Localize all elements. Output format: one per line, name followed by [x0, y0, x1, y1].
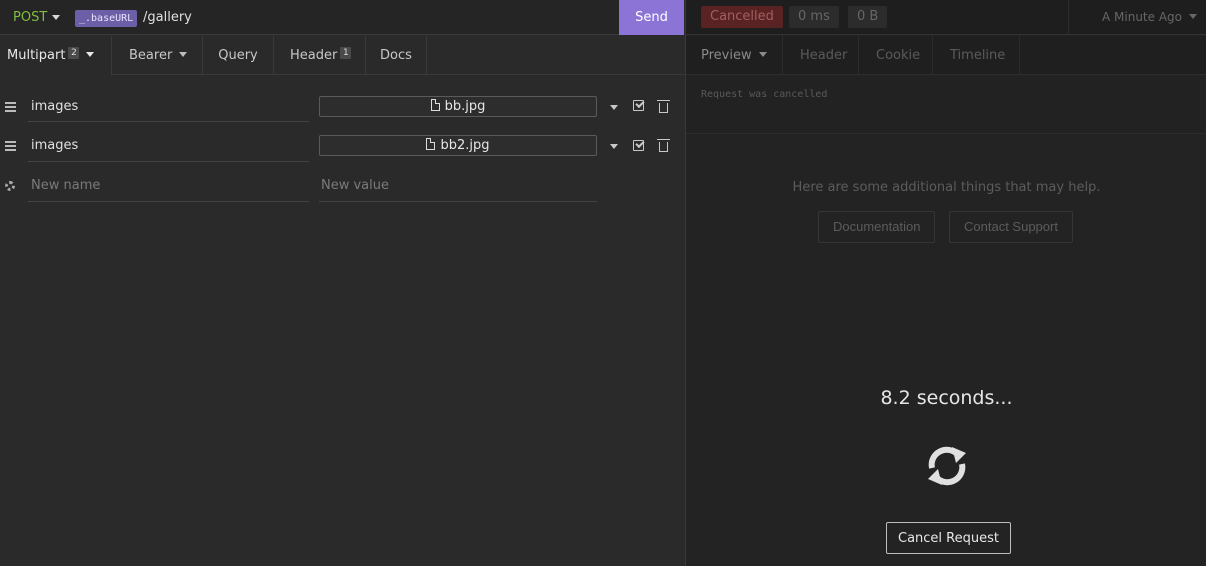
response-status-bar: Cancelled 0 ms 0 B A Minute Ago	[686, 0, 1206, 35]
form-row: images bb2.jpg	[0, 126, 684, 166]
chevron-down-icon[interactable]	[52, 15, 60, 20]
send-button[interactable]: Send	[619, 0, 684, 35]
checkbox-icon[interactable]	[633, 140, 644, 151]
tab-bearer[interactable]: Bearer	[112, 36, 202, 75]
request-pane: POST _.baseURL /gallery Send Multipart 2 …	[0, 0, 684, 566]
chevron-down-icon	[758, 52, 767, 57]
count-badge: 1	[340, 47, 352, 59]
response-preview: Request was cancelled	[686, 76, 1206, 134]
new-name-input[interactable]: New name	[31, 178, 309, 200]
chevron-down-icon	[86, 52, 95, 57]
tab-header[interactable]: Header 1	[274, 36, 365, 75]
new-form-row: New name New value	[0, 166, 684, 206]
loading-overlay: 8.2 seconds... Cancel Request	[686, 387, 1206, 554]
contact-support-button[interactable]: Contact Support	[949, 211, 1073, 243]
tab-label: Header	[290, 48, 338, 63]
hamburger-icon[interactable]	[5, 141, 16, 153]
url-path[interactable]: /gallery	[143, 10, 192, 25]
size-badge: 0 B	[848, 6, 888, 28]
cancel-request-button[interactable]: Cancel Request	[886, 522, 1011, 554]
chevron-down-icon[interactable]	[610, 144, 618, 149]
file-picker-button[interactable]: bb2.jpg	[319, 135, 597, 156]
trash-icon[interactable]	[657, 100, 670, 113]
new-value-input[interactable]: New value	[321, 178, 389, 193]
refresh-icon	[928, 446, 966, 486]
preview-message: Request was cancelled	[701, 89, 828, 100]
method-selector[interactable]: POST	[13, 10, 47, 25]
history-label: A Minute Ago	[1102, 10, 1182, 24]
response-tabs: Preview Header Cookie Timeline	[686, 36, 1206, 75]
file-icon	[426, 138, 436, 150]
count-badge: 2	[68, 47, 80, 59]
file-name: bb2.jpg	[440, 138, 490, 153]
trash-icon[interactable]	[657, 139, 670, 152]
elapsed-time: 8.2 seconds...	[880, 387, 1013, 409]
tab-label: Preview	[701, 48, 752, 63]
tab-query[interactable]: Query	[203, 36, 273, 75]
gear-icon[interactable]	[5, 181, 15, 191]
field-name[interactable]: images	[31, 99, 309, 121]
help-text: Here are some additional things that may…	[792, 180, 1101, 195]
chevron-down-icon[interactable]	[610, 105, 618, 110]
response-pane: Cancelled 0 ms 0 B A Minute Ago Preview …	[685, 0, 1206, 566]
time-badge: 0 ms	[789, 6, 839, 28]
tab-cookie[interactable]: Cookie	[876, 36, 920, 75]
file-picker-button[interactable]: bb.jpg	[319, 96, 597, 117]
file-name: bb.jpg	[444, 99, 486, 114]
history-dropdown[interactable]: A Minute Ago	[1102, 10, 1197, 24]
tab-header[interactable]: Header	[800, 36, 847, 75]
hamburger-icon[interactable]	[5, 102, 16, 114]
form-row: images bb.jpg	[0, 86, 684, 126]
tab-timeline[interactable]: Timeline	[950, 36, 1005, 75]
status-badge: Cancelled	[701, 6, 783, 28]
documentation-button[interactable]: Documentation	[818, 211, 936, 243]
request-tabs: Multipart 2 Bearer Query Header 1 Docs	[0, 36, 684, 75]
chevron-down-icon	[179, 52, 188, 57]
tab-preview[interactable]: Preview	[701, 36, 767, 75]
tab-label: Multipart	[7, 48, 66, 63]
checkbox-icon[interactable]	[633, 100, 644, 111]
tab-docs[interactable]: Docs	[366, 36, 426, 75]
chevron-down-icon	[1189, 14, 1197, 19]
tab-multipart[interactable]: Multipart 2	[0, 36, 111, 75]
field-name[interactable]: images	[31, 138, 309, 160]
file-icon	[430, 99, 440, 111]
environment-variable-tag[interactable]: _.baseURL	[75, 10, 138, 27]
tab-label: Bearer	[129, 48, 173, 63]
url-bar: POST _.baseURL /gallery Send	[0, 0, 684, 35]
